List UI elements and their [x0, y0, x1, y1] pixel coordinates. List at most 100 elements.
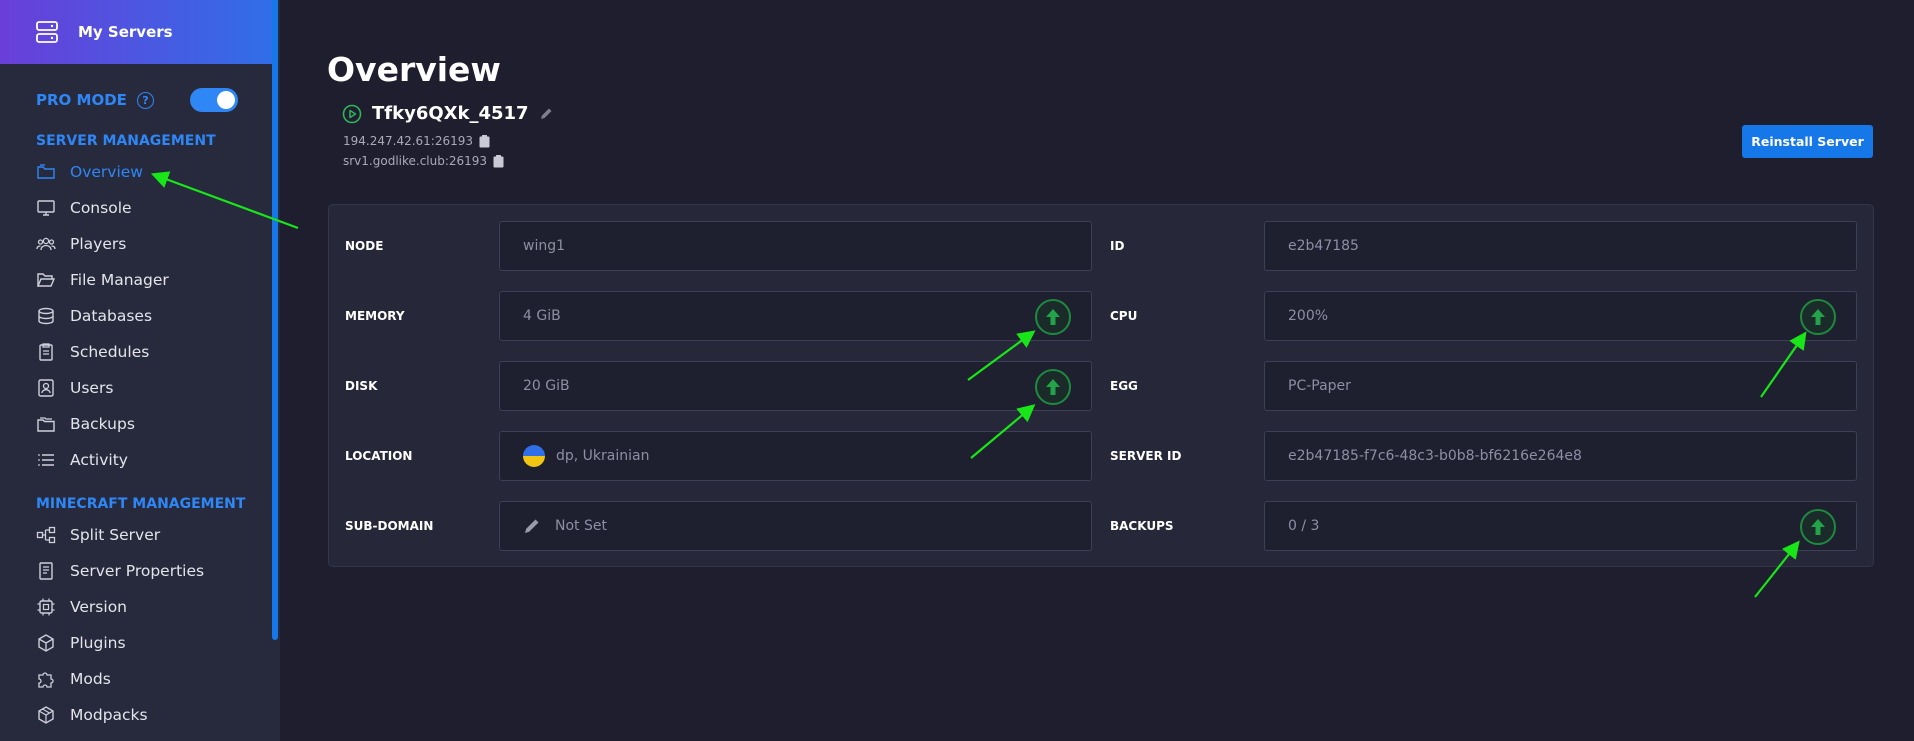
- server-id-label: SERVER ID: [1110, 449, 1182, 463]
- sidebar-item-label: Schedules: [70, 343, 150, 361]
- backups-label: BACKUPS: [1110, 519, 1174, 533]
- backups-icon: [37, 417, 55, 432]
- clipboard-icon: [39, 343, 53, 361]
- sidebar-item-backups[interactable]: Backups: [36, 412, 135, 436]
- upgrade-backups-button[interactable]: [1800, 509, 1836, 545]
- console-icon: [37, 200, 55, 216]
- backups-value: 0 / 3: [1288, 518, 1320, 534]
- egg-label: EGG: [1110, 379, 1138, 393]
- upgrade-memory-button[interactable]: [1035, 299, 1071, 335]
- sidebar-item-mods[interactable]: Mods: [36, 667, 111, 691]
- sidebar-scrollbar[interactable]: [272, 0, 278, 640]
- page-title: Overview: [327, 50, 501, 89]
- brand-label: My Servers: [78, 23, 173, 41]
- split-icon: [36, 526, 56, 544]
- id-label: ID: [1110, 239, 1125, 253]
- disk-label: DISK: [345, 379, 378, 393]
- sidebar-item-label: Backups: [70, 415, 135, 433]
- sidebar-item-label: Split Server: [70, 526, 161, 544]
- node-value: wing1: [523, 238, 566, 254]
- sidebar-item-label: Server Properties: [70, 562, 205, 580]
- upgrade-disk-button[interactable]: [1035, 369, 1071, 405]
- disk-field: 20 GiB: [499, 361, 1092, 411]
- disk-value: 20 GiB: [523, 378, 570, 394]
- database-icon: [38, 307, 54, 325]
- sidebar-item-databases[interactable]: Databases: [36, 304, 152, 328]
- cpu-value: 200%: [1288, 308, 1329, 324]
- address-ip-text: 194.247.42.61:26193: [343, 134, 474, 148]
- sidebar-item-modpacks[interactable]: Modpacks: [36, 703, 148, 727]
- sidebar-item-label: Modpacks: [70, 706, 148, 724]
- toggle-knob: [217, 91, 235, 109]
- folder-open-icon: [36, 273, 56, 287]
- location-field: dp, Ukrainian: [499, 431, 1092, 481]
- help-icon[interactable]: ?: [136, 91, 154, 109]
- minecraft-management-title: MINECRAFT MANAGEMENT: [36, 496, 246, 512]
- sidebar-item-server-properties[interactable]: Server Properties: [36, 559, 204, 583]
- sidebar-item-file-manager[interactable]: File Manager: [36, 268, 169, 292]
- server-address-ip: 194.247.42.61:26193: [343, 134, 490, 148]
- server-name-row: Tfky6QXk_4517: [342, 103, 554, 124]
- memory-value: 4 GiB: [523, 308, 561, 324]
- sidebar-item-label: Console: [70, 199, 132, 217]
- sidebar: My Servers PRO MODE ? SERVER MANAGEMENT …: [0, 0, 280, 741]
- server-management-title: SERVER MANAGEMENT: [36, 133, 216, 149]
- server-name: Tfky6QXk_4517: [372, 103, 529, 124]
- pro-mode-label: PRO MODE: [36, 91, 127, 109]
- arrow-up-icon: [1811, 309, 1825, 325]
- subdomain-value: Not Set: [555, 518, 607, 534]
- location-value: dp, Ukrainian: [556, 448, 650, 464]
- list-icon: [38, 454, 54, 466]
- sidebar-item-version[interactable]: Version: [36, 595, 127, 619]
- server-info-panel: NODE MEMORY DISK LOCATION SUB-DOMAIN win…: [328, 204, 1874, 567]
- sidebar-item-console[interactable]: Console: [36, 196, 132, 220]
- sidebar-item-users[interactable]: Users: [36, 376, 113, 400]
- sidebar-item-split-server[interactable]: Split Server: [36, 523, 160, 547]
- pencil-icon[interactable]: [538, 106, 554, 122]
- sidebar-item-players[interactable]: Players: [36, 232, 126, 256]
- my-servers-link[interactable]: My Servers: [0, 0, 278, 64]
- id-value: e2b47185: [1288, 238, 1359, 254]
- egg-value: PC-Paper: [1288, 378, 1351, 394]
- sidebar-item-label: Version: [70, 598, 127, 616]
- cpu-field: 200%: [1264, 291, 1857, 341]
- subdomain-label: SUB-DOMAIN: [345, 519, 434, 533]
- node-label: NODE: [345, 239, 384, 253]
- memory-field: 4 GiB: [499, 291, 1092, 341]
- reinstall-server-button[interactable]: Reinstall Server: [1742, 125, 1873, 158]
- cpu-label: CPU: [1110, 309, 1138, 323]
- pro-mode-row: PRO MODE ?: [36, 88, 238, 112]
- sidebar-item-label: Mods: [70, 670, 111, 688]
- chip-icon: [37, 598, 55, 616]
- sidebar-item-schedules[interactable]: Schedules: [36, 340, 149, 364]
- address-domain-text: srv1.godlike.club:26193: [343, 154, 488, 168]
- cube-icon: [38, 634, 54, 652]
- pencil-icon[interactable]: [523, 517, 541, 535]
- sidebar-item-overview[interactable]: Overview: [36, 160, 143, 184]
- players-icon: [36, 237, 56, 251]
- id-field: e2b47185: [1264, 221, 1857, 271]
- play-status-icon: [342, 104, 362, 123]
- server-stack-icon: [36, 21, 58, 43]
- location-label: LOCATION: [345, 449, 413, 463]
- pro-mode-toggle[interactable]: [190, 88, 238, 112]
- arrow-up-icon: [1046, 309, 1060, 325]
- sidebar-item-plugins[interactable]: Plugins: [36, 631, 126, 655]
- node-field: wing1: [499, 221, 1092, 271]
- sidebar-item-activity[interactable]: Activity: [36, 448, 128, 472]
- box-icon: [38, 706, 54, 724]
- backups-field: 0 / 3: [1264, 501, 1857, 551]
- server-address-domain: srv1.godlike.club:26193: [343, 154, 504, 168]
- copy-icon[interactable]: [479, 134, 490, 148]
- arrow-up-icon: [1811, 519, 1825, 535]
- upgrade-cpu-button[interactable]: [1800, 299, 1836, 335]
- copy-icon[interactable]: [493, 154, 504, 168]
- document-icon: [39, 562, 53, 580]
- memory-label: MEMORY: [345, 309, 405, 323]
- user-badge-icon: [38, 379, 54, 397]
- subdomain-field[interactable]: Not Set: [499, 501, 1092, 551]
- arrow-up-icon: [1046, 379, 1060, 395]
- egg-field: PC-Paper: [1264, 361, 1857, 411]
- sidebar-item-label: Overview: [70, 163, 143, 181]
- sidebar-item-label: Users: [70, 379, 114, 397]
